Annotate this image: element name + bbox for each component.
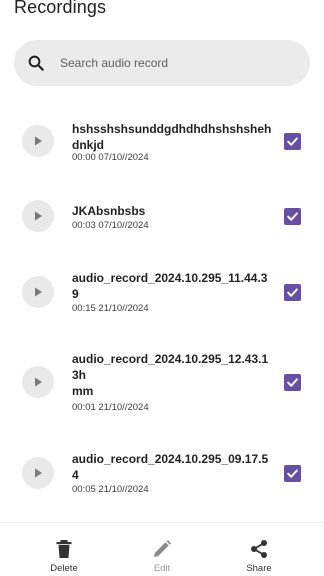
play-button[interactable] [22, 125, 54, 157]
recording-name: audio_record_2024.10.295_12.43.1 3h mm [72, 352, 269, 398]
checkmark-icon [287, 378, 298, 387]
recording-name: audio_record_2024.10.295_09.17.5 4 [72, 452, 269, 482]
select-checkbox[interactable] [284, 133, 301, 150]
play-icon [35, 136, 42, 146]
edit-label: Edit [153, 563, 171, 574]
recording-name: hshsshshsunddgdhdhdhshshsheh dnkjd [72, 122, 272, 152]
bottom-action-bar: Delete Edit Share [0, 522, 324, 576]
recording-meta: 00:05 21/10//2024 [72, 484, 149, 495]
play-icon [35, 287, 42, 297]
recordings-list: hshsshshsunddgdhdhdhshshsheh dnkjd 00:00… [0, 0, 324, 576]
recording-name: JKAbsnbsbs [72, 204, 146, 218]
recording-meta: 00:03 07/10//2024 [72, 220, 149, 231]
edit-button[interactable]: Edit [132, 537, 192, 574]
recording-name: audio_record_2024.10.295_11.44.3 9 [72, 271, 268, 301]
select-checkbox[interactable] [284, 374, 301, 391]
play-icon [35, 211, 42, 221]
select-checkbox[interactable] [284, 284, 301, 301]
play-icon [35, 468, 42, 478]
recordings-screen: Recordings Search audio record hshsshshs… [0, 0, 324, 576]
share-button[interactable]: Share [229, 537, 289, 574]
checkmark-icon [287, 137, 298, 146]
recording-meta: 00:00 07/10//2024 [72, 152, 149, 163]
select-checkbox[interactable] [284, 465, 301, 482]
checkmark-icon [287, 469, 298, 478]
play-button[interactable] [22, 276, 54, 308]
recording-meta: 00:01 21/10//2024 [72, 402, 149, 413]
select-checkbox[interactable] [284, 208, 301, 225]
checkmark-icon [287, 212, 298, 221]
share-icon [229, 537, 289, 561]
play-button[interactable] [22, 457, 54, 489]
play-button[interactable] [22, 200, 54, 232]
delete-button[interactable]: Delete [34, 537, 94, 574]
delete-label: Delete [50, 563, 78, 574]
recording-meta: 00:15 21/10//2024 [72, 303, 149, 314]
share-label: Share [246, 563, 272, 574]
play-icon [35, 377, 42, 387]
pencil-icon [132, 537, 192, 561]
play-button[interactable] [22, 366, 54, 398]
checkmark-icon [287, 288, 298, 297]
trash-icon [34, 537, 94, 561]
